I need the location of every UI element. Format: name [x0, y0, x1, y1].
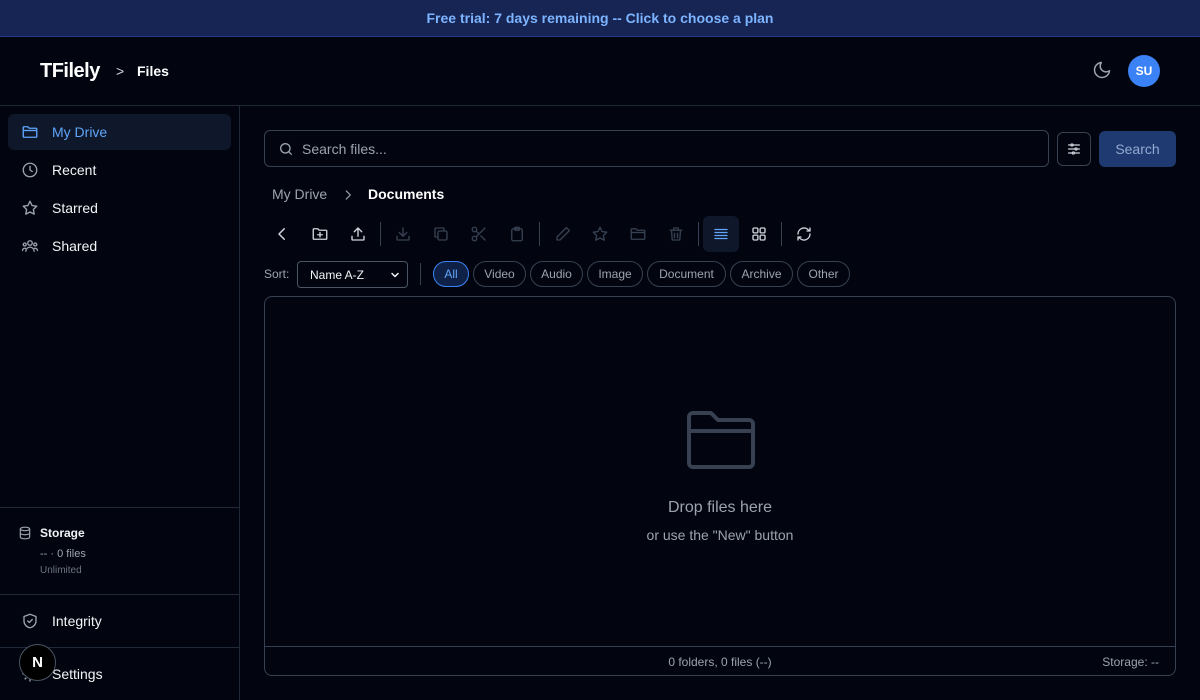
storage-summary: Storage -- · 0 files Unlimited: [0, 507, 239, 595]
trial-banner[interactable]: Free trial: 7 days remaining -- Click to…: [0, 0, 1200, 37]
star-button[interactable]: [585, 219, 615, 249]
storage-limit: Unlimited: [40, 565, 82, 576]
sidebar-item-recent[interactable]: Recent: [8, 152, 231, 188]
filter-chip-all[interactable]: All: [433, 261, 469, 287]
grid-icon: [750, 225, 768, 243]
cut-button[interactable]: [464, 219, 494, 249]
list-icon: [712, 225, 730, 243]
filter-chip-archive[interactable]: Archive: [730, 261, 793, 287]
sidebar-item-my-drive[interactable]: My Drive: [8, 114, 231, 150]
chevron-down-icon: [389, 269, 401, 281]
moon-icon[interactable]: [1092, 60, 1112, 80]
toolbar-divider: [539, 222, 540, 246]
folder-icon: [21, 123, 39, 141]
search-input[interactable]: [302, 140, 1042, 157]
folder-icon: [629, 225, 647, 243]
new-folder-button[interactable]: [305, 219, 335, 249]
trash-icon: [667, 225, 685, 243]
sidebar-item-integrity[interactable]: Integrity: [8, 603, 231, 639]
toolbar-divider: [698, 222, 699, 246]
sidebar-item-label: Integrity: [52, 613, 102, 629]
star-icon: [21, 199, 39, 217]
upload-button[interactable]: [343, 219, 373, 249]
breadcrumb-current: Documents: [368, 186, 445, 202]
grid-view-button[interactable]: [744, 219, 774, 249]
sort-select[interactable]: Name A-Z: [297, 261, 408, 288]
folder-icon: [685, 407, 757, 471]
pencil-icon: [554, 225, 572, 243]
refresh-icon: [795, 225, 813, 243]
search-icon: [278, 141, 294, 157]
sidebar-item-label: Recent: [52, 162, 97, 178]
user-avatar[interactable]: SU: [1128, 55, 1160, 87]
arrow-left-icon: [273, 225, 291, 243]
upload-icon: [349, 225, 367, 243]
sidebar-item-starred[interactable]: Starred: [8, 190, 231, 226]
sidebar-item-label: Settings: [52, 666, 103, 682]
drop-zone-title: Drop files here: [667, 499, 773, 516]
filter-chip-video[interactable]: Video: [473, 261, 526, 287]
top-bar: TFilely > Files SU: [0, 37, 1200, 106]
sort-select-value: Name A-Z: [310, 267, 365, 282]
sidebar-item-label: My Drive: [52, 124, 108, 140]
move-button[interactable]: [623, 219, 653, 249]
copy-button[interactable]: [426, 219, 456, 249]
filter-chip-image[interactable]: Image: [587, 261, 643, 287]
copy-icon: [432, 225, 450, 243]
filter-settings-button[interactable]: [1057, 132, 1091, 166]
header-breadcrumb-separator: >: [116, 63, 125, 79]
clock-icon: [21, 161, 39, 179]
sidebar: My Drive Recent Starred Shared Storage -…: [0, 106, 240, 700]
breadcrumb-root[interactable]: My Drive: [272, 186, 327, 202]
refresh-button[interactable]: [789, 219, 819, 249]
list-view-button[interactable]: [703, 216, 739, 252]
search-button[interactable]: Search: [1099, 131, 1176, 167]
paste-button[interactable]: [502, 219, 532, 249]
download-button[interactable]: [388, 219, 418, 249]
dev-indicator-badge[interactable]: N: [19, 644, 56, 681]
folder-plus-icon: [311, 225, 329, 243]
header-section-title: Files: [137, 63, 169, 79]
users-icon: [21, 237, 39, 255]
filter-chip-other[interactable]: Other: [797, 261, 850, 287]
sidebar-item-label: Starred: [52, 200, 98, 216]
filter-chip-document[interactable]: Document: [647, 261, 726, 287]
rename-button[interactable]: [548, 219, 578, 249]
shield-check-icon: [21, 612, 39, 630]
back-button[interactable]: [267, 219, 297, 249]
chevron-right-icon: [341, 188, 355, 202]
star-icon: [591, 225, 609, 243]
search-field[interactable]: [264, 130, 1049, 167]
sliders-icon: [1066, 141, 1082, 157]
scissors-icon: [470, 225, 488, 243]
sidebar-item-shared[interactable]: Shared: [8, 228, 231, 264]
database-icon: [18, 526, 32, 540]
storage-usage: -- · 0 files: [40, 548, 86, 560]
status-bar: 0 folders, 0 files (--) Storage: --: [265, 646, 1175, 676]
download-icon: [394, 225, 412, 243]
clipboard-icon: [508, 225, 526, 243]
item-counts: 0 folders, 0 files (--): [668, 655, 772, 669]
delete-button[interactable]: [661, 219, 691, 249]
app-logo[interactable]: TFilely: [40, 60, 100, 83]
toolbar-divider: [781, 222, 782, 246]
filter-divider: [420, 263, 421, 285]
drop-zone-subtitle: or use the "New" button: [646, 527, 794, 543]
sidebar-item-label: Shared: [52, 238, 98, 254]
storage-status: Storage: --: [1102, 655, 1159, 669]
toolbar-divider: [380, 222, 381, 246]
storage-title: Storage: [40, 526, 85, 540]
sort-label: Sort:: [264, 267, 290, 281]
file-drop-zone[interactable]: Drop files here or use the "New" button …: [264, 296, 1176, 676]
filter-chip-audio[interactable]: Audio: [530, 261, 583, 287]
